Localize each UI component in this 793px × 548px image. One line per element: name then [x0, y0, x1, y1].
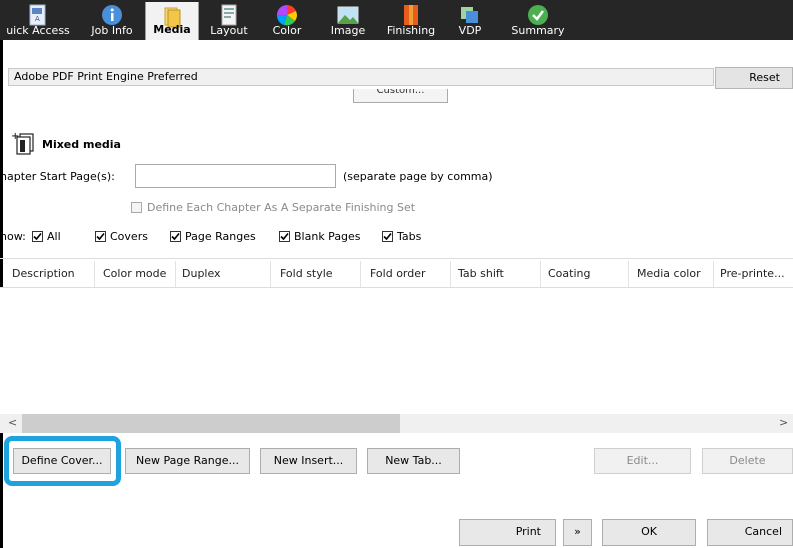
more-options-button[interactable]: »: [563, 519, 592, 546]
edit-button[interactable]: Edit...: [594, 448, 691, 474]
tab-label: Media: [153, 23, 191, 36]
layout-icon: [221, 4, 237, 26]
quick-access-icon: A: [29, 4, 46, 26]
image-icon: [337, 6, 359, 24]
svg-text:+: +: [11, 131, 19, 142]
column-header[interactable]: Pre-printe...: [720, 267, 785, 280]
show-all-checkbox[interactable]: All: [32, 230, 61, 243]
delete-button[interactable]: Delete: [702, 448, 793, 474]
column-header[interactable]: Fold style: [280, 267, 333, 280]
print-button[interactable]: Print: [459, 519, 556, 546]
tab-media[interactable]: Media: [145, 2, 199, 40]
info-icon: [102, 5, 122, 25]
column-divider: [540, 261, 541, 287]
tab-label: Color: [272, 24, 302, 37]
column-header[interactable]: Duplex: [182, 267, 221, 280]
chapter-start-input[interactable]: [135, 164, 336, 188]
tab-color[interactable]: Color: [262, 0, 312, 40]
define-chapter-label: Define Each Chapter As A Separate Finish…: [147, 201, 416, 214]
chapter-hint: (separate page by comma): [343, 170, 493, 183]
column-divider: [94, 261, 95, 287]
checkbox-checked-icon: [95, 231, 106, 242]
column-header[interactable]: Description: [12, 267, 75, 280]
show-page-ranges-checkbox[interactable]: Page Ranges: [170, 230, 256, 243]
show-option-label: Covers: [110, 230, 148, 243]
table-body: [0, 288, 793, 414]
scroll-right-arrow-icon[interactable]: >: [779, 416, 788, 429]
tab-label: Layout: [210, 24, 248, 37]
tab-label: Job Info: [91, 24, 133, 37]
checkbox-checked-icon: [32, 231, 43, 242]
show-option-label: All: [47, 230, 61, 243]
column-divider: [270, 261, 271, 287]
new-page-range-button[interactable]: New Page Range...: [125, 448, 250, 474]
column-divider: [628, 261, 629, 287]
cancel-button[interactable]: Cancel: [707, 519, 793, 546]
column-header[interactable]: Tab shift: [458, 267, 504, 280]
column-divider: [360, 261, 361, 287]
show-blank-pages-checkbox[interactable]: Blank Pages: [279, 230, 361, 243]
vdp-icon: [461, 7, 478, 23]
checkbox-icon: [131, 202, 142, 213]
scroll-left-arrow-icon[interactable]: <: [8, 416, 17, 429]
new-tab-button[interactable]: New Tab...: [367, 448, 460, 474]
column-divider: [450, 261, 451, 287]
engine-label: Adobe PDF Print Engine Preferred: [14, 70, 198, 83]
column-header[interactable]: Fold order: [370, 267, 426, 280]
toolbar: A uick Access Job Info Media Layout Colo…: [0, 0, 793, 40]
tab-image[interactable]: Image: [322, 0, 374, 40]
show-option-label: Tabs: [397, 230, 422, 243]
color-wheel-icon: [276, 4, 297, 26]
column-header[interactable]: Coating: [548, 267, 590, 280]
section-title: Mixed media: [42, 138, 121, 151]
tab-label: Image: [330, 24, 366, 37]
tab-label: VDP: [458, 24, 482, 37]
new-insert-button[interactable]: New Insert...: [260, 448, 357, 474]
column-header[interactable]: Media color: [637, 267, 701, 280]
tab-layout[interactable]: Layout: [203, 0, 255, 40]
show-option-label: Blank Pages: [294, 230, 361, 243]
tab-finishing[interactable]: Finishing: [380, 0, 442, 40]
checkbox-checked-icon: [382, 231, 393, 242]
finishing-icon: [404, 5, 418, 25]
tab-summary[interactable]: Summary: [506, 0, 570, 40]
highlight-box: [4, 436, 121, 486]
ok-button[interactable]: OK: [602, 519, 696, 546]
show-label: how:: [0, 230, 26, 243]
tab-label: uick Access: [6, 24, 70, 37]
column-header[interactable]: Color mode: [103, 267, 166, 280]
checkbox-checked-icon: [279, 231, 290, 242]
tab-quick-access[interactable]: A uick Access: [0, 0, 76, 40]
custom-button[interactable]: Custom...: [353, 89, 448, 103]
column-divider: [713, 261, 714, 287]
checkbox-checked-icon: [170, 231, 181, 242]
table-header: Description Color mode Duplex Fold style…: [0, 258, 793, 288]
define-chapter-checkbox: Define Each Chapter As A Separate Finish…: [131, 201, 415, 214]
reset-button[interactable]: Reset: [715, 67, 793, 89]
scrollbar-thumb[interactable]: [22, 414, 400, 433]
show-covers-checkbox[interactable]: Covers: [95, 230, 148, 243]
show-tabs-checkbox[interactable]: Tabs: [382, 230, 421, 243]
tab-label: Finishing: [386, 24, 436, 37]
check-icon: [528, 5, 548, 25]
chapter-start-label: hapter Start Page(s):: [0, 170, 115, 183]
tab-label: Summary: [511, 24, 565, 37]
tab-job-info[interactable]: Job Info: [82, 0, 142, 40]
tab-vdp[interactable]: VDP: [450, 0, 490, 40]
column-divider: [175, 261, 176, 287]
mixed-media-icon: +: [11, 131, 34, 155]
svg-text:A: A: [35, 15, 40, 23]
show-option-label: Page Ranges: [185, 230, 256, 243]
